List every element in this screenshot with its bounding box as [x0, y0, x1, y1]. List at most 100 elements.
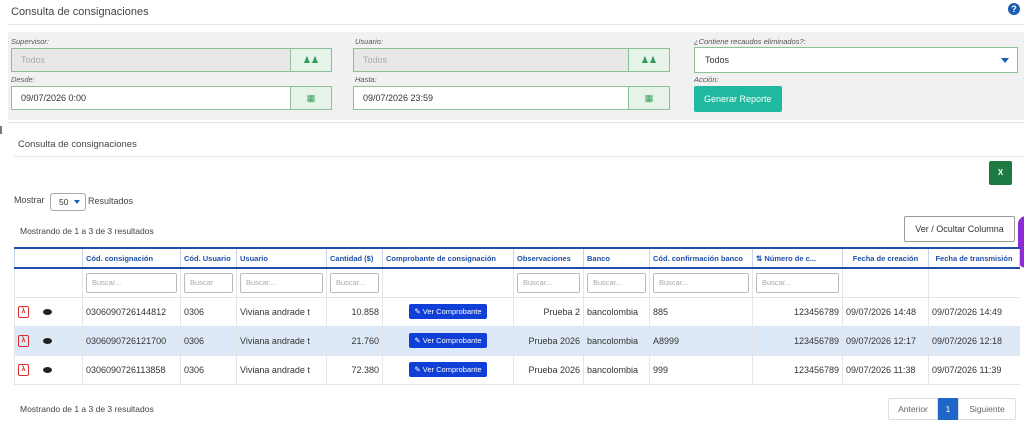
ver-comprobante-label: Ver Comprobante	[422, 307, 482, 316]
toggle-columns-button[interactable]: Ver / Ocultar Columna	[904, 216, 1015, 242]
cell-confirmacion: A8999	[649, 326, 753, 356]
supervisor-input[interactable]: Todos	[11, 48, 291, 72]
cell-usuario: Viviana andrade t	[236, 326, 327, 356]
cell-codigo: 0306090726121700	[82, 326, 181, 356]
column-header-observaciones[interactable]: Observaciones	[513, 247, 584, 269]
consignaciones-table: Cód. consignación Cód. Usuario Usuario C…	[14, 247, 1020, 385]
pdf-icon[interactable]: λ	[18, 305, 29, 318]
search-input-confirmacion[interactable]: Buscar...	[653, 272, 749, 293]
results-divider	[14, 156, 1024, 157]
edit-icon: ✎	[414, 336, 423, 345]
cell-confirmacion: 885	[649, 297, 753, 327]
search-input-banco[interactable]: Buscar...	[587, 272, 646, 293]
ver-comprobante-button[interactable]: ✎ Ver Comprobante	[409, 304, 487, 319]
ver-comprobante-button[interactable]: ✎ Ver Comprobante	[409, 333, 487, 348]
search-input-observaciones[interactable]: Buscar...	[517, 272, 580, 293]
cell-usuario: Viviana andrade t	[236, 297, 327, 327]
hasta-calendar-button[interactable]: ▦	[628, 86, 670, 110]
ver-comprobante-label: Ver Comprobante	[422, 336, 482, 345]
table-header-row: Cód. consignación Cód. Usuario Usuario C…	[14, 247, 1020, 269]
eye-icon[interactable]	[43, 308, 52, 315]
search-input-codigo[interactable]: Buscar...	[86, 272, 177, 293]
help-icon[interactable]: ?	[1008, 3, 1020, 15]
cell-observaciones: Prueba 2026	[513, 355, 584, 385]
pagination-next[interactable]: Siguiente	[958, 398, 1016, 420]
hasta-input[interactable]: 09/07/2026 23:59	[353, 86, 629, 110]
show-label: Mostrar	[14, 195, 45, 205]
cell-transmision: 09/07/2026 12:18	[928, 326, 1020, 356]
column-header-transmision[interactable]: Fecha de transmisión	[928, 247, 1020, 269]
column-header	[14, 247, 83, 269]
column-header-comprobante[interactable]: Comprobante de consignación	[382, 247, 514, 269]
cell-confirmacion: 999	[649, 355, 753, 385]
search-input-numero[interactable]: Buscar...	[756, 272, 839, 293]
excel-icon[interactable]: X	[989, 161, 1012, 185]
ver-comprobante-button[interactable]: ✎ Ver Comprobante	[409, 362, 487, 377]
generar-reporte-button[interactable]: Generar Reporte	[694, 86, 782, 112]
calendar-icon: ▦	[644, 93, 654, 103]
column-header-codigo[interactable]: Cód. consignación	[82, 247, 181, 269]
title-divider	[8, 24, 1024, 25]
hasta-label: Hasta:	[355, 75, 377, 84]
pdf-icon[interactable]: λ	[18, 363, 29, 376]
pagination-prev[interactable]: Anterior	[888, 398, 938, 420]
supervisor-picker-button[interactable]: ♟♟	[290, 48, 332, 72]
cell-cod-usuario: 0306	[180, 355, 237, 385]
sidebar-toggle-icon[interactable]	[0, 126, 3, 134]
table-row[interactable]: λ 0306090726121700 0306 Viviana andrade …	[14, 326, 1020, 356]
results-title: Consulta de consignaciones	[18, 139, 137, 150]
search-input-cod-usuario[interactable]: Buscar	[184, 272, 233, 293]
supervisor-label: Supervisor:	[11, 37, 49, 46]
usuario-picker-button[interactable]: ♟♟	[628, 48, 670, 72]
column-header-cod-usuario[interactable]: Cód. Usuario	[180, 247, 237, 269]
cell-transmision: 09/07/2026 11:39	[928, 355, 1020, 385]
cell-numero: 123456789	[752, 355, 843, 385]
desde-label: Desde:	[11, 75, 35, 84]
results-label: Resultados	[88, 196, 134, 206]
column-header-usuario[interactable]: Usuario	[236, 247, 327, 269]
recaudos-select[interactable]: Todos	[694, 47, 1018, 73]
chevron-down-icon	[1001, 58, 1009, 63]
cell-creacion: 09/07/2026 14:48	[842, 297, 929, 327]
cell-observaciones: Prueba 2026	[513, 326, 584, 356]
table-info-bottom: Mostrando de 1 a 3 de 3 resultados	[20, 404, 154, 414]
cell-cantidad: 72.380	[326, 355, 383, 385]
column-header-cantidad[interactable]: Cantidad ($)	[326, 247, 383, 269]
pagination-page-1[interactable]: 1	[938, 398, 958, 420]
accion-label: Acción:	[694, 75, 719, 84]
ver-comprobante-label: Ver Comprobante	[422, 365, 482, 374]
table-row[interactable]: λ 0306090726144812 0306 Viviana andrade …	[14, 297, 1020, 327]
column-header-creacion[interactable]: Fecha de creación	[842, 247, 929, 269]
cell-transmision: 09/07/2026 14:49	[928, 297, 1020, 327]
column-header-numero[interactable]: ⇅ Número de c...	[752, 247, 843, 269]
page-title: Consulta de consignaciones	[11, 6, 149, 18]
filter-panel: Supervisor: Todos ♟♟ Usuario: Todos ♟♟ ¿…	[8, 32, 1024, 120]
eye-icon[interactable]	[43, 337, 52, 344]
cell-numero: 123456789	[752, 326, 843, 356]
eye-icon[interactable]	[43, 366, 52, 373]
table-info-top: Mostrando de 1 a 3 de 3 resultados	[20, 226, 154, 236]
edit-icon: ✎	[414, 365, 423, 374]
column-header-banco[interactable]: Banco	[583, 247, 650, 269]
users-icon: ♟♟	[640, 55, 658, 65]
edit-icon: ✎	[414, 307, 423, 316]
recaudos-label: ¿Contiene recaudos eliminados?:	[694, 37, 806, 46]
cell-cod-usuario: 0306	[180, 326, 237, 356]
page-length-select[interactable]: 50	[50, 193, 86, 211]
recaudos-select-value: Todos	[705, 55, 730, 65]
search-input-usuario[interactable]: Buscar...	[240, 272, 323, 293]
column-header-confirmacion[interactable]: Cód. confirmación banco	[649, 247, 753, 269]
search-input-cantidad[interactable]: Buscar...	[330, 272, 379, 293]
table-row[interactable]: λ 0306090726113858 0306 Viviana andrade …	[14, 355, 1020, 385]
cell-creacion: 09/07/2026 11:38	[842, 355, 929, 385]
usuario-input[interactable]: Todos	[353, 48, 629, 72]
search-row: Buscar... Buscar Buscar... Buscar... Bus…	[14, 268, 1020, 298]
page-length-value: 50	[59, 197, 69, 207]
cell-cantidad: 10.858	[326, 297, 383, 327]
pdf-icon[interactable]: λ	[18, 334, 29, 347]
desde-input[interactable]: 09/07/2026 0:00	[11, 86, 291, 110]
chevron-down-icon	[74, 200, 80, 204]
cell-cantidad: 21.760	[326, 326, 383, 356]
desde-calendar-button[interactable]: ▦	[290, 86, 332, 110]
cell-creacion: 09/07/2026 12:17	[842, 326, 929, 356]
